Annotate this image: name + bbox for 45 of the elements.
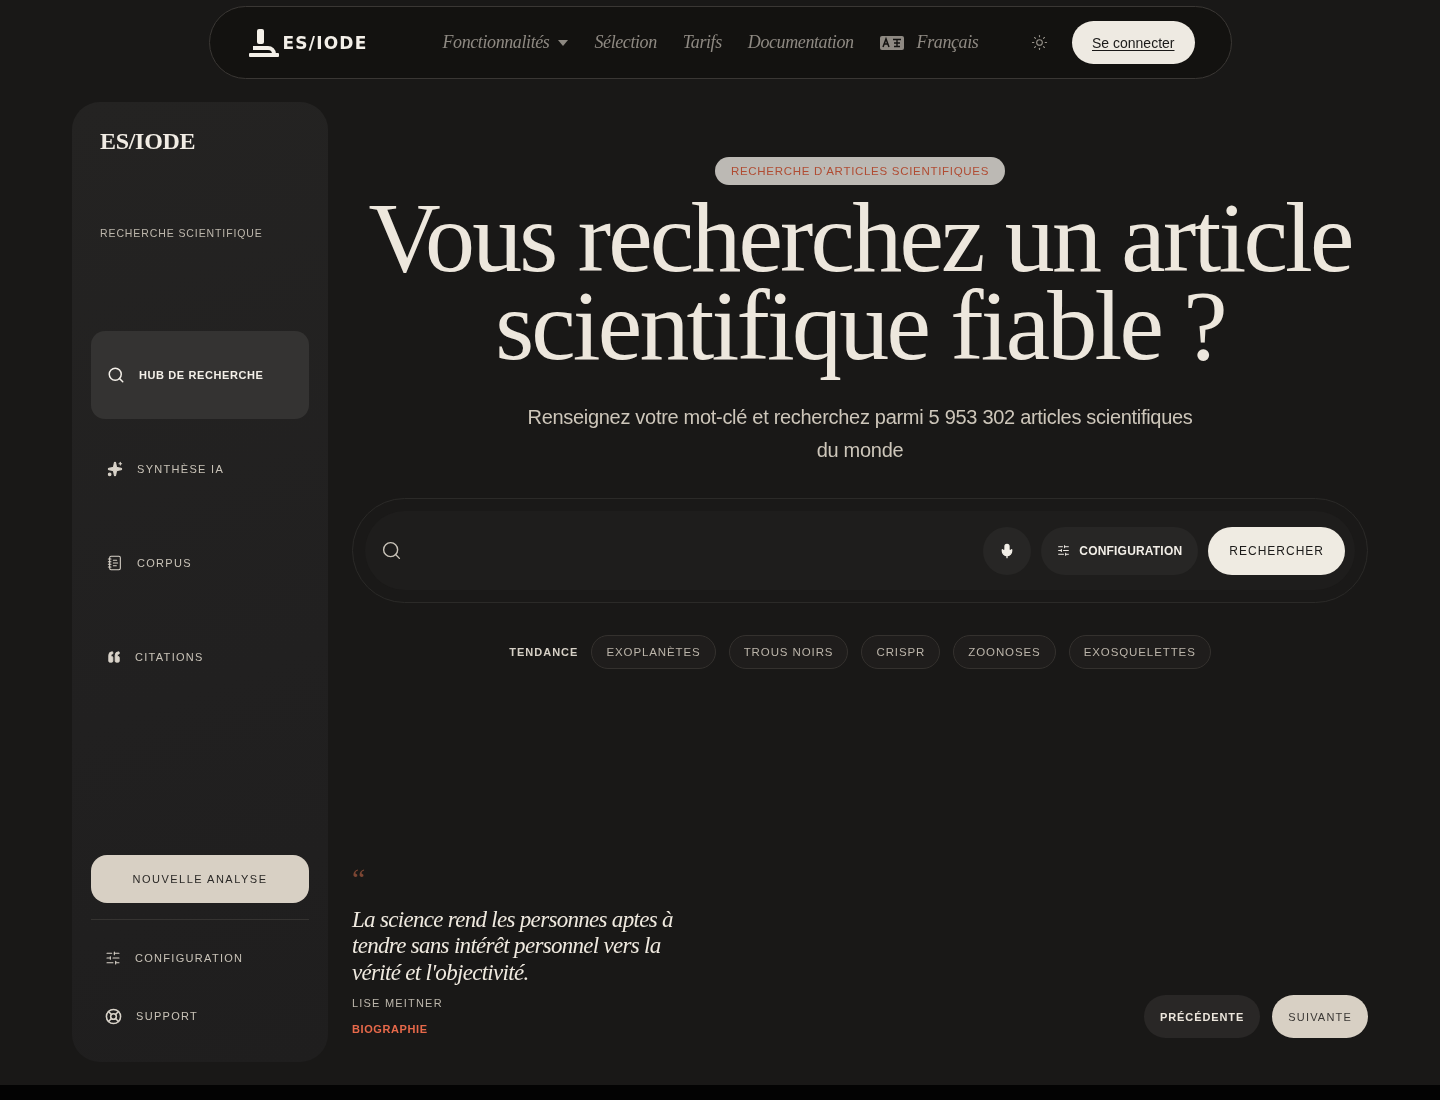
sparkles-icon [107,461,123,477]
sidebar-item[interactable]: CITATIONS [91,613,309,701]
trending-tag[interactable]: CRISPR [861,635,941,669]
sidebar-item[interactable]: SYNTHÈSE IA [91,425,309,513]
nav-link[interactable]: Fonctionnalités [442,32,569,53]
sidebar-brand: ES/IODE [100,127,196,156]
section-label: RECHERCHE SCIENTIFIQUE [100,226,263,240]
search-field[interactable] [365,511,964,590]
quote-icon [107,650,121,664]
search-icon [107,366,125,384]
translate-icon [879,35,904,50]
language-selector[interactable]: Français [879,32,979,53]
nav-link[interactable]: Tarifs [682,32,722,53]
trending-tag[interactable]: EXOSQUELETTES [1068,635,1211,669]
nav-link[interactable]: Documentation [747,32,854,53]
trending-label: TENDANCE [509,646,579,658]
search-button[interactable]: RECHERCHER [1208,526,1345,575]
nav-link[interactable]: Sélection [594,32,657,53]
previous-button[interactable]: PRÉCÉDENTE [1144,995,1261,1038]
logo-text: ES/IODE [282,32,368,53]
sliders-icon [1057,544,1071,557]
sidebar-item[interactable]: HUB DE RECHERCHE [91,331,309,419]
lifebuoy-icon [105,1007,122,1025]
quote-mark: “ [352,867,366,890]
new-analysis-button[interactable]: NOUVELLE ANALYSE [91,855,309,903]
sidebar-footer-item[interactable]: SUPPORT [91,996,309,1036]
trending-tag[interactable]: ZOONOSES [953,635,1056,669]
sidebar-footer-item[interactable]: CONFIGURATION [91,938,309,978]
configuration-button[interactable]: CONFIGURATION [1041,526,1199,575]
sidebar-item[interactable]: CORPUS [91,519,309,607]
microscope-icon [248,28,279,57]
category-badge: RECHERCHE D’ARTICLES SCIENTIFIQUES [714,157,1006,185]
search-icon [381,540,402,561]
sun-icon [1031,34,1048,51]
next-button[interactable]: SUIVANTE [1272,995,1368,1038]
trending-tag[interactable]: TROUS NOIRS [728,635,849,669]
quote-text: La science rend les personnes aptes à tendre sans intérêt personnel vers la vérité et l'objectivité. [352,906,674,986]
login-button[interactable]: Se connecter [1072,21,1195,64]
quote-author: LISE MEITNER [352,996,443,1010]
biography-link[interactable]: BIOGRAPHIE [352,1022,428,1036]
sliders-icon [105,950,121,966]
theme-toggle-button[interactable] [1031,34,1048,51]
hero-subtitle: Renseignez votre mot-clé et recherchez parmi 5 953 302 articles scientifiques du monde [526,405,1194,463]
notebook-icon [107,555,123,571]
trending-tag[interactable]: EXOPLANÈTES [591,635,716,669]
